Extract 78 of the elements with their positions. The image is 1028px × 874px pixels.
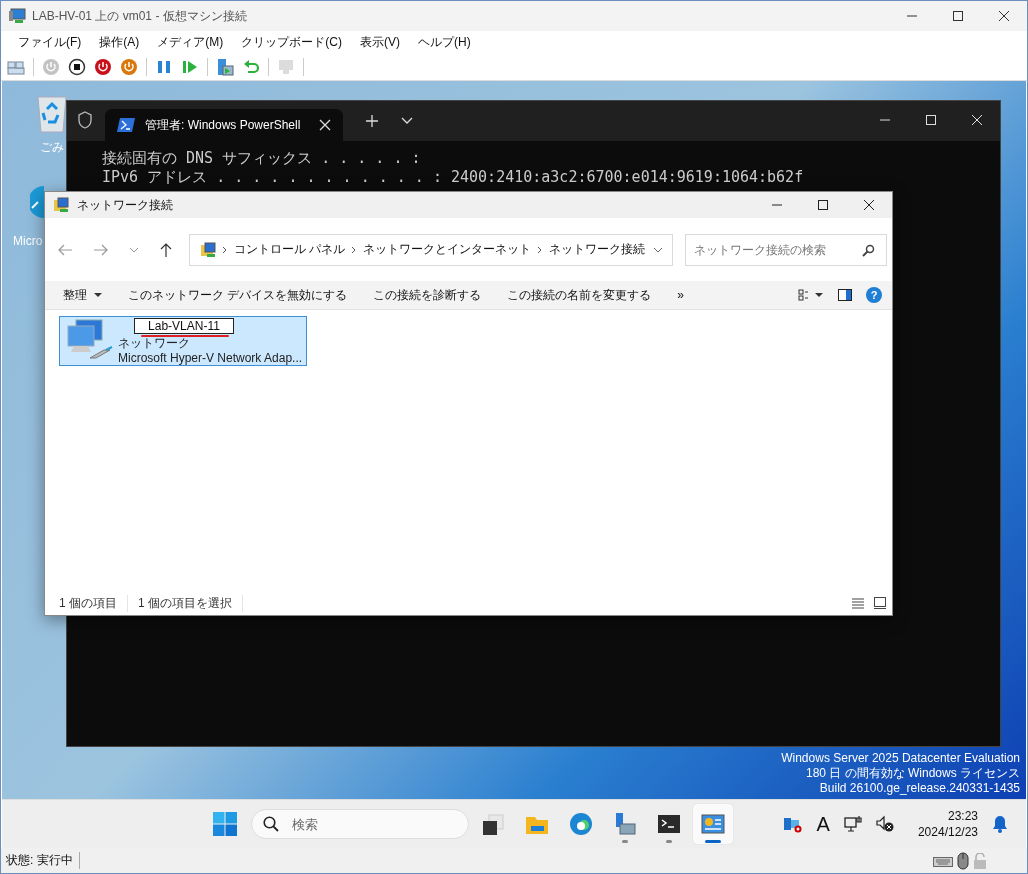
network-adapter-item[interactable]: Lab-VLAN-11 ネットワーク Microsoft Hyper-V Network Adap... [59,316,307,366]
status-text: 1 個の項目を選択 [138,594,244,612]
adapter-device: Microsoft Hyper-V Network Adap... [118,351,303,366]
speaker-muted-icon[interactable] [875,815,894,833]
command-button[interactable]: 整理 [53,286,112,304]
chevron-right-icon [222,245,227,254]
server-icon[interactable] [216,57,234,76]
adapter-status: ネットワーク [118,336,191,351]
window-title: ネットワーク接続 [77,196,173,214]
menu-item[interactable]: 表示(V) [351,33,409,51]
notice-text: Build 26100.ge_release.240331-1435 [818,781,1020,796]
status-text: 1 個の項目 [59,594,128,612]
undo-icon[interactable] [242,57,260,76]
status-text: 状態: 実行中 [6,852,80,869]
terminal-tab[interactable]: 管理者: Windows PowerShell [105,109,343,141]
rename-field[interactable]: Lab-VLAN-11 [134,318,234,334]
chevron-right-icon [351,245,357,254]
power-icon[interactable] [94,57,112,76]
shield-icon [77,111,93,129]
edge-icon [569,812,593,836]
close-icon[interactable] [319,119,331,131]
command-button[interactable]: このネットワーク デバイスを無効にする [118,286,358,304]
back-arrow-icon[interactable] [57,242,73,257]
stop-icon[interactable] [68,57,86,76]
forward-arrow-icon[interactable] [93,242,109,257]
tab-title: 管理者: Windows PowerShell [145,116,302,134]
menu-item[interactable]: クリップボード(C) [232,33,351,51]
up-arrow-icon[interactable] [159,241,173,258]
network-folder-icon [200,241,216,258]
task-view-icon [481,812,505,836]
bell-icon[interactable] [992,815,1008,833]
keyboard-icon [933,854,953,867]
clock-time[interactable]: 23:23 [947,808,978,824]
breadcrumb-item[interactable]: ネットワーク接続 [549,241,646,258]
network-status-icon[interactable] [782,815,803,833]
details-view-icon[interactable] [852,597,864,609]
plus-icon[interactable] [365,114,379,128]
search-icon[interactable] [862,243,875,257]
window-title: LAB-HV-01 上の vm01 - 仮想マシン接続 [32,7,247,25]
recycle-bin-icon[interactable] [34,93,70,133]
powershell-icon [117,118,135,132]
tiles-view-icon[interactable] [874,597,886,609]
mouse-icon [957,851,969,870]
command-button[interactable]: この接続の名前を変更する [497,286,662,304]
network-icon[interactable] [843,815,862,833]
menu-item[interactable]: ヘルプ(H) [409,33,480,51]
server-icon [613,812,637,836]
menu-item[interactable]: メディア(M) [148,33,233,51]
preview-pane-icon[interactable] [838,289,852,301]
terminal-icon [657,812,681,836]
notice-text: 180 日 の間有効な Windows ライセンス [804,766,1020,781]
taskbar-app[interactable] [693,804,733,844]
taskbar-search[interactable]: 検索 [251,809,469,839]
terminal-line: IPv6 アドレス . . . . . . . . . . . . : 2400:2410:a3c2:6700:e014:9619:1064:b62f [102,168,805,187]
search-icon [263,816,279,832]
view-options-icon[interactable] [798,289,824,301]
control-panel-icon [701,812,725,836]
power-icon[interactable] [120,57,138,76]
unlocked-padlock-icon [973,852,987,869]
menu-item[interactable]: ファイル(F) [9,33,91,51]
breadcrumb-item[interactable]: コントロール パネル [234,241,346,258]
command-button[interactable]: » [667,288,695,302]
edge-icon[interactable] [30,186,44,218]
search-field[interactable]: ネットワーク接続の検索 [685,233,887,266]
breadcrumb-item[interactable]: ネットワークとインターネット [363,241,532,258]
address-bar[interactable]: コントロール パネル ネットワークとインターネット ネットワーク接続 [189,233,673,266]
help-button[interactable]: ? [866,287,882,303]
command-button[interactable]: この接続を診断する [363,286,492,304]
terminal-line: 接続固有の DNS サフィックス . . . . . : [102,149,422,168]
windows-logo-icon[interactable] [213,812,237,836]
chevron-down-icon[interactable] [653,246,664,253]
notice-text: Windows Server 2025 Datacenter Evaluation [781,751,1020,766]
network-folder-icon [53,197,69,213]
chevron-right-icon [537,245,543,254]
clock-date[interactable]: 2024/12/23 [917,824,978,840]
input-mode-indicator[interactable]: A [816,812,830,836]
menu-item[interactable]: 操作(A) [90,33,149,51]
monitor-icon [8,8,26,24]
